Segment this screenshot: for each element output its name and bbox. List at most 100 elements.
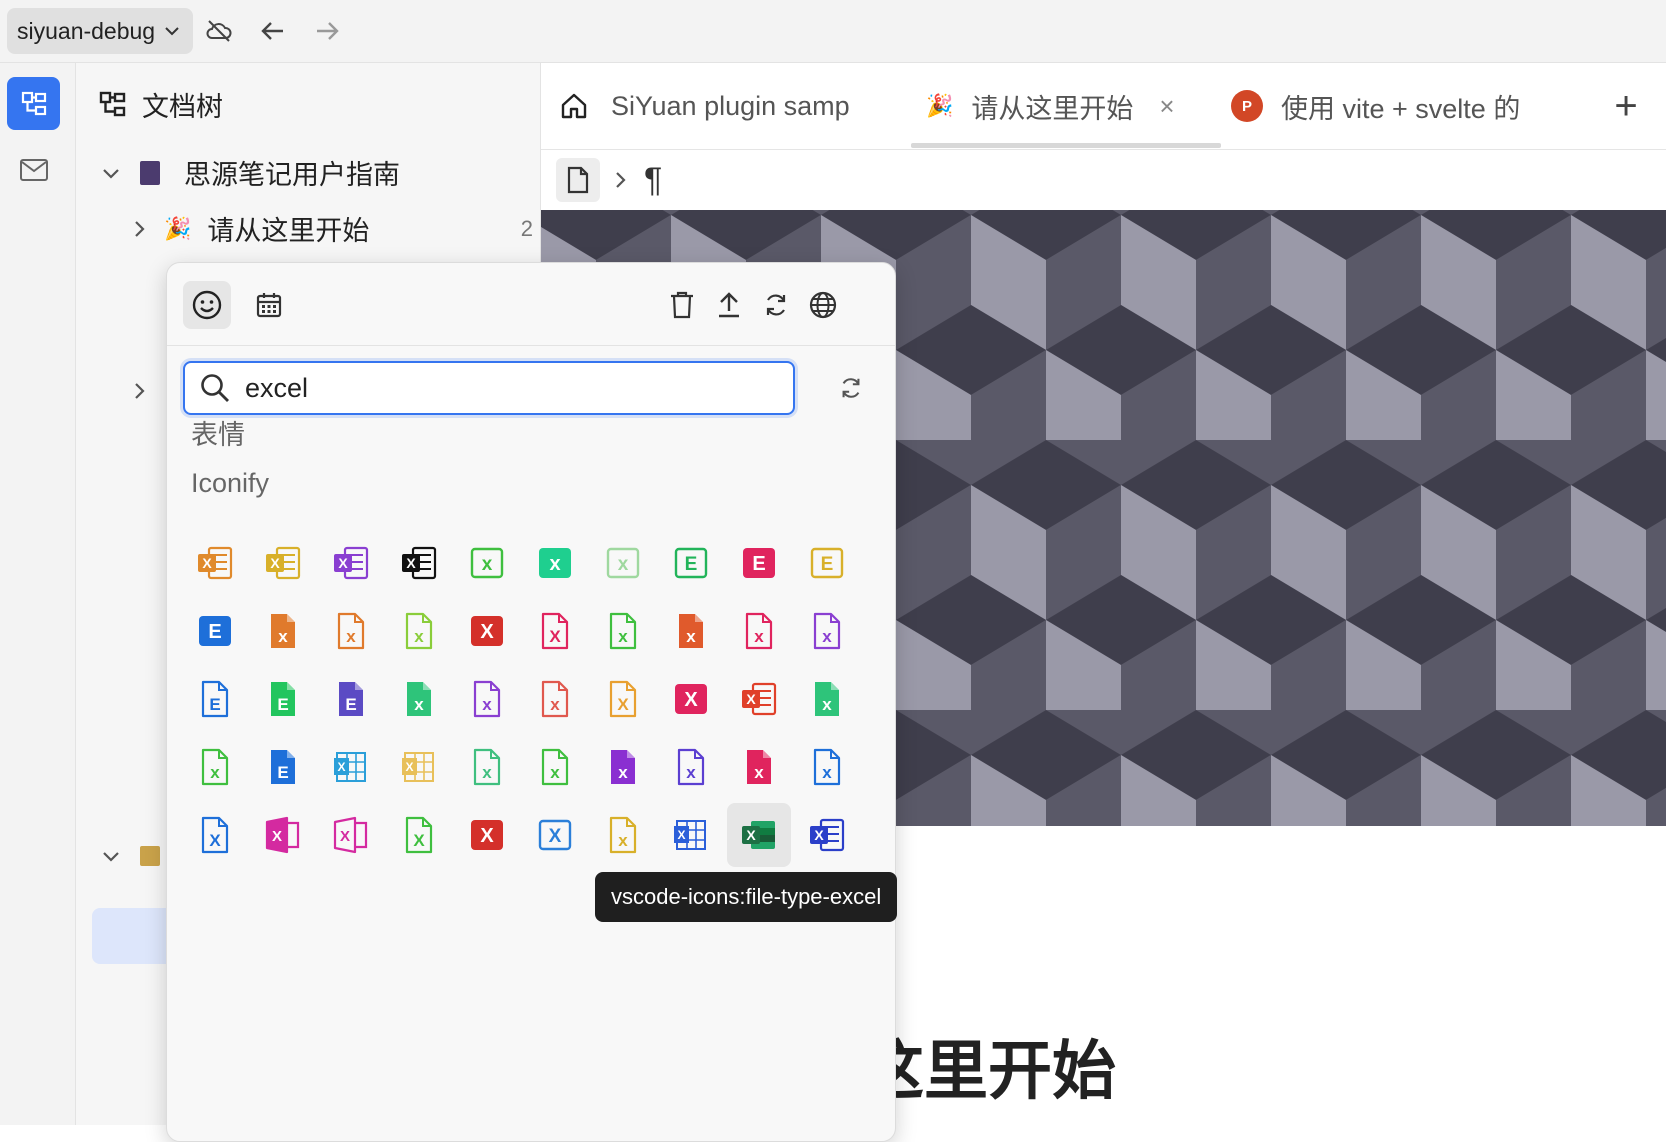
- excel-icon-3[interactable]: X: [319, 531, 383, 595]
- svg-text:X: X: [270, 555, 280, 571]
- excel-icon-35[interactable]: x: [455, 735, 519, 799]
- tab-start-here[interactable]: 🎉 请从这里开始 ×: [926, 63, 1226, 149]
- excel-icon-47[interactable]: x: [591, 803, 655, 867]
- excel-icon-39[interactable]: x: [727, 735, 791, 799]
- calendar-icon: [256, 293, 282, 318]
- back-arrow-icon[interactable]: [256, 14, 290, 48]
- subdoc-count: 2: [520, 215, 533, 241]
- excel-icon-17[interactable]: x: [591, 599, 655, 663]
- excel-icon-12[interactable]: x: [251, 599, 315, 663]
- chevron-right-icon[interactable]: [128, 380, 150, 402]
- emoji-tab-button[interactable]: [183, 281, 231, 329]
- excel-icon-2[interactable]: X: [251, 531, 315, 595]
- excel-icon-21[interactable]: E: [183, 667, 247, 731]
- excel-icon-20[interactable]: x: [795, 599, 859, 663]
- breadcrumb: ¶: [541, 150, 1666, 210]
- excel-icon-13[interactable]: x: [319, 599, 383, 663]
- document-title[interactable]: 这里开始: [860, 1020, 1116, 1112]
- tab-label: 请从这里开始: [971, 93, 1134, 124]
- tab-label: SiYuan plugin samp: [611, 90, 850, 121]
- excel-icon-31[interactable]: x: [183, 735, 247, 799]
- document-breadcrumb-button[interactable]: [556, 158, 600, 202]
- tab-label: 使用 vite + svelte 的: [1281, 93, 1521, 124]
- excel-icon-44[interactable]: X: [387, 803, 451, 867]
- excel-icon-6[interactable]: x: [523, 531, 587, 595]
- file-tree-dock-button[interactable]: [7, 77, 60, 130]
- excel-icon-10[interactable]: E: [795, 531, 859, 595]
- excel-icon-34[interactable]: X: [387, 735, 451, 799]
- notebook-icon: [140, 160, 160, 185]
- excel-icon-50[interactable]: X: [795, 803, 859, 867]
- excel-icon-7[interactable]: x: [591, 531, 655, 595]
- inbox-dock-button[interactable]: [7, 143, 60, 196]
- svg-text:X: X: [684, 689, 698, 711]
- notebook-row[interactable]: 思源笔记用户指南: [100, 153, 400, 192]
- excel-icon-26[interactable]: x: [523, 667, 587, 731]
- chevron-down-icon[interactable]: [100, 845, 122, 867]
- excel-icon-38[interactable]: x: [659, 735, 723, 799]
- random-icon-button[interactable]: [752, 281, 800, 329]
- excel-icon-23[interactable]: E: [319, 667, 383, 731]
- excel-icon-5[interactable]: x: [455, 531, 519, 595]
- excel-icon-8[interactable]: E: [659, 531, 723, 595]
- remove-icon-button[interactable]: [658, 281, 706, 329]
- excel-icon-36[interactable]: x: [523, 735, 587, 799]
- doc-row[interactable]: 🎉 请从这里开始 2: [128, 209, 533, 248]
- web-icon-button[interactable]: [799, 281, 847, 329]
- excel-icon-37[interactable]: x: [591, 735, 655, 799]
- excel-icon-18[interactable]: x: [659, 599, 723, 663]
- excel-icon-22[interactable]: E: [251, 667, 315, 731]
- excel-icon-48[interactable]: X: [659, 803, 723, 867]
- chevron-right-icon: [616, 172, 626, 188]
- excel-icon-25[interactable]: x: [455, 667, 519, 731]
- paragraph-icon[interactable]: ¶: [644, 161, 662, 200]
- excel-icon-24[interactable]: x: [387, 667, 451, 731]
- tab-plugin-sample[interactable]: SiYuan plugin samp: [559, 63, 859, 149]
- collapsed-row[interactable]: [128, 380, 150, 402]
- date-icon-tab-button[interactable]: [245, 281, 293, 329]
- tab-vite-svelte[interactable]: P 使用 vite + svelte 的: [1231, 63, 1571, 149]
- icon-search-input[interactable]: [243, 371, 747, 405]
- search-refresh-button[interactable]: [829, 366, 873, 410]
- new-tab-button[interactable]: +: [1601, 63, 1651, 149]
- excel-icon-42[interactable]: X: [251, 803, 315, 867]
- mail-icon: [19, 158, 48, 181]
- upload-icon-button[interactable]: [705, 281, 753, 329]
- svg-text:X: X: [549, 826, 562, 847]
- notebook-icon: [140, 846, 160, 866]
- svg-text:x: x: [822, 627, 832, 646]
- excel-icon-30[interactable]: x: [795, 667, 859, 731]
- excel-icon-4[interactable]: X: [387, 531, 451, 595]
- excel-icon-16[interactable]: X: [523, 599, 587, 663]
- excel-icon-28[interactable]: X: [659, 667, 723, 731]
- excel-icon-11[interactable]: E: [183, 599, 247, 663]
- cloud-sync-off-icon[interactable]: [202, 14, 236, 48]
- workspace-name: siyuan-debug: [17, 17, 156, 44]
- excel-icon-29[interactable]: X: [727, 667, 791, 731]
- excel-icon-33[interactable]: X: [319, 735, 383, 799]
- excel-icon-27[interactable]: X: [591, 667, 655, 731]
- excel-icon-15[interactable]: X: [455, 599, 519, 663]
- excel-icon-45[interactable]: X: [455, 803, 519, 867]
- excel-icon-14[interactable]: x: [387, 599, 451, 663]
- excel-icon-9[interactable]: E: [727, 531, 791, 595]
- svg-text:x: x: [686, 627, 696, 646]
- icon-search-field[interactable]: [183, 361, 795, 415]
- excel-icon-46[interactable]: X: [523, 803, 587, 867]
- chevron-right-icon[interactable]: [128, 218, 150, 240]
- notebook-row-2[interactable]: [100, 845, 160, 867]
- home-icon: [561, 93, 587, 119]
- excel-icon-19[interactable]: x: [727, 599, 791, 663]
- excel-icon-41[interactable]: X: [183, 803, 247, 867]
- excel-icon-32[interactable]: E: [251, 735, 315, 799]
- vscode-file-type-excel-icon[interactable]: X: [727, 803, 791, 867]
- excel-icon-40[interactable]: x: [795, 735, 859, 799]
- excel-icon-1[interactable]: X: [183, 531, 247, 595]
- excel-icon-43[interactable]: X: [319, 803, 383, 867]
- chevron-down-icon[interactable]: [100, 162, 122, 184]
- workspace-switcher[interactable]: siyuan-debug: [7, 8, 193, 54]
- forward-arrow-icon[interactable]: [310, 14, 344, 48]
- svg-text:X: X: [549, 627, 561, 646]
- close-tab-icon[interactable]: ×: [1159, 91, 1174, 122]
- top-bar: siyuan-debug: [0, 0, 1666, 63]
